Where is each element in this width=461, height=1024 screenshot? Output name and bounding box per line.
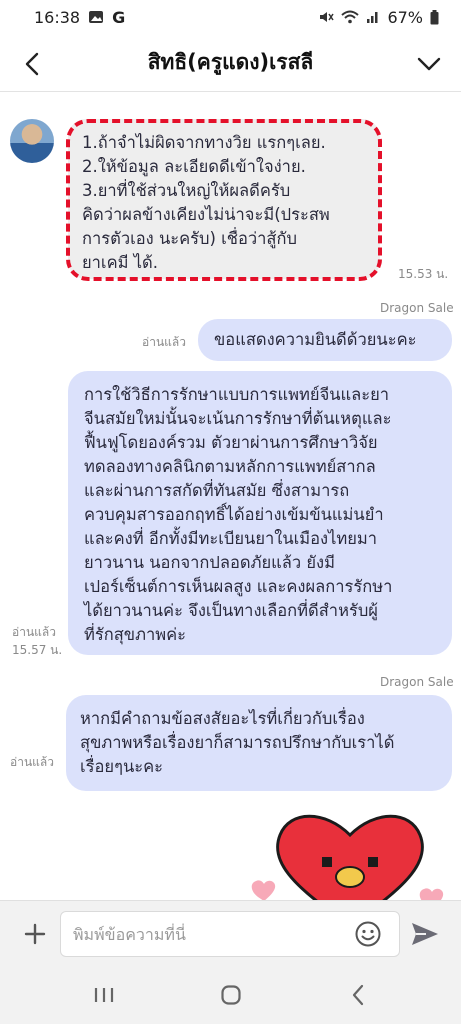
message-line: 1.ถ้าจำไม่ผิดจากทางวิย แรกๆเลย. xyxy=(82,133,326,152)
system-nav-bar xyxy=(0,966,461,1024)
message-line: และผ่านการสกัดที่ทันสมัย ซึ่งสามารถ xyxy=(84,481,350,500)
carrier-icon: G xyxy=(112,7,126,27)
home-icon xyxy=(220,985,241,1005)
message-line: ทดลองทางคลินิกตามหลักการแพทย์สากล xyxy=(84,457,376,476)
signal-icon xyxy=(366,10,380,24)
read-status: อ่านแล้ว xyxy=(12,625,56,639)
sender-name: Dragon Sale xyxy=(380,301,454,315)
message-line: 2.ให้ข้อมูล ละเอียดดีเข้าใจง่าย. xyxy=(82,157,306,176)
message-text: ขอแสดงความยินดีด้วยนะคะ xyxy=(214,330,417,349)
message-line: 3.ยาที่ใช้ส่วนใหญ่ให้ผลดีครับ xyxy=(82,181,291,200)
message-line: ยาเคมี ได้. xyxy=(82,253,158,272)
clock: 16:38 xyxy=(34,7,81,27)
send-button[interactable] xyxy=(410,921,440,947)
outgoing-message[interactable]: หากมีคำถามข้อสงสัยอะไรที่เกี่ยวกับเรื่อง… xyxy=(66,695,452,791)
chat-header: สิทธิ(ครูแดง)เรสลี xyxy=(0,34,461,92)
message-line: การใช้วิธีการรักษาแบบการแพทย์จีนและยา xyxy=(84,385,390,404)
wifi-icon xyxy=(341,10,360,24)
message-line: ได้ยาวนานค่ะ จึงเป็นทางเลือกที่ดีสำหรับผ… xyxy=(84,601,378,620)
message-time: 15.57 น. xyxy=(12,643,63,657)
back-icon xyxy=(352,984,363,1006)
gallery-icon xyxy=(88,10,104,24)
chat-menu-button[interactable] xyxy=(415,50,443,78)
sender-name: Dragon Sale xyxy=(380,675,454,689)
chevron-down-icon xyxy=(417,57,441,71)
message-line: ฟื้นฟูโดยองค์รวม ตัวยาผ่านการศึกษาวิจัย xyxy=(84,433,378,452)
plus-icon xyxy=(24,923,46,945)
outgoing-message[interactable]: การใช้วิธีการรักษาแบบการแพทย์จีนและยา จี… xyxy=(68,371,452,655)
input-bar xyxy=(0,900,461,966)
back-button[interactable] xyxy=(18,50,46,78)
add-button[interactable] xyxy=(20,919,50,949)
message-line: และคงที่ อีกทั้งมีทะเบียนยาในเมืองไทยมา xyxy=(84,529,378,548)
status-left: 16:38 G xyxy=(34,8,125,27)
heart-sticker[interactable] xyxy=(250,805,450,900)
mute-icon xyxy=(318,9,335,25)
message-input[interactable] xyxy=(60,911,400,957)
smiley-icon xyxy=(355,921,381,947)
message-time: 15.53 น. xyxy=(398,267,449,281)
message-line: เรื่อยๆนะคะ xyxy=(80,757,163,776)
nav-back-button[interactable] xyxy=(338,975,378,1015)
message-line: ที่รักสุขภาพค่ะ xyxy=(84,625,186,644)
recents-button[interactable] xyxy=(84,975,124,1015)
message-line: จีนสมัยใหม่นั้นจะเน้นการรักษาที่ต้นเหตุแ… xyxy=(84,409,392,428)
message-line: ควบคุมสารออกฤทธิ์ได้อย่างเข้มข้นแม่นยำ xyxy=(84,505,384,524)
avatar[interactable] xyxy=(10,119,54,163)
message-line: เปอร์เซ็นต์การเห็นผลสูง และคงผลการรักษา xyxy=(84,577,393,596)
message-line: สุขภาพหรือเรื่องยาก็สามารถปรึกษากับเราได… xyxy=(80,733,395,752)
chevron-left-icon xyxy=(25,52,39,76)
message-line: ยาวนาน นอกจากปลอดภัยแล้ว ยังมี xyxy=(84,553,335,572)
status-right: 67% xyxy=(318,8,439,27)
outgoing-message[interactable]: ขอแสดงความยินดีด้วยนะคะ xyxy=(198,319,452,361)
read-status: อ่านแล้ว xyxy=(142,335,186,349)
message-line: หากมีคำถามข้อสงสัยอะไรที่เกี่ยวกับเรื่อง xyxy=(80,709,365,728)
home-button[interactable] xyxy=(211,975,251,1015)
chat-area[interactable]: 1.ถ้าจำไม่ผิดจากทางวิย แรกๆเลย. 2.ให้ข้อ… xyxy=(0,93,461,900)
incoming-message[interactable]: 1.ถ้าจำไม่ผิดจากทางวิย แรกๆเลย. 2.ให้ข้อ… xyxy=(68,119,380,279)
emoji-button[interactable] xyxy=(354,920,382,948)
battery-percent: 67% xyxy=(387,7,423,27)
battery-icon xyxy=(430,9,439,25)
recents-icon xyxy=(94,988,113,1002)
read-status: อ่านแล้ว xyxy=(10,755,54,769)
chat-title: สิทธิ(ครูแดง)เรสลี xyxy=(147,50,314,74)
send-icon xyxy=(412,923,438,945)
message-line: คิดว่าผลข้างเคียงไม่น่าจะมี(ประสพ xyxy=(82,205,330,224)
message-line: การตัวเอง นะครับ) เชื่อว่าสู้กับ xyxy=(82,229,297,248)
status-bar: 16:38 G 67% xyxy=(0,0,461,34)
